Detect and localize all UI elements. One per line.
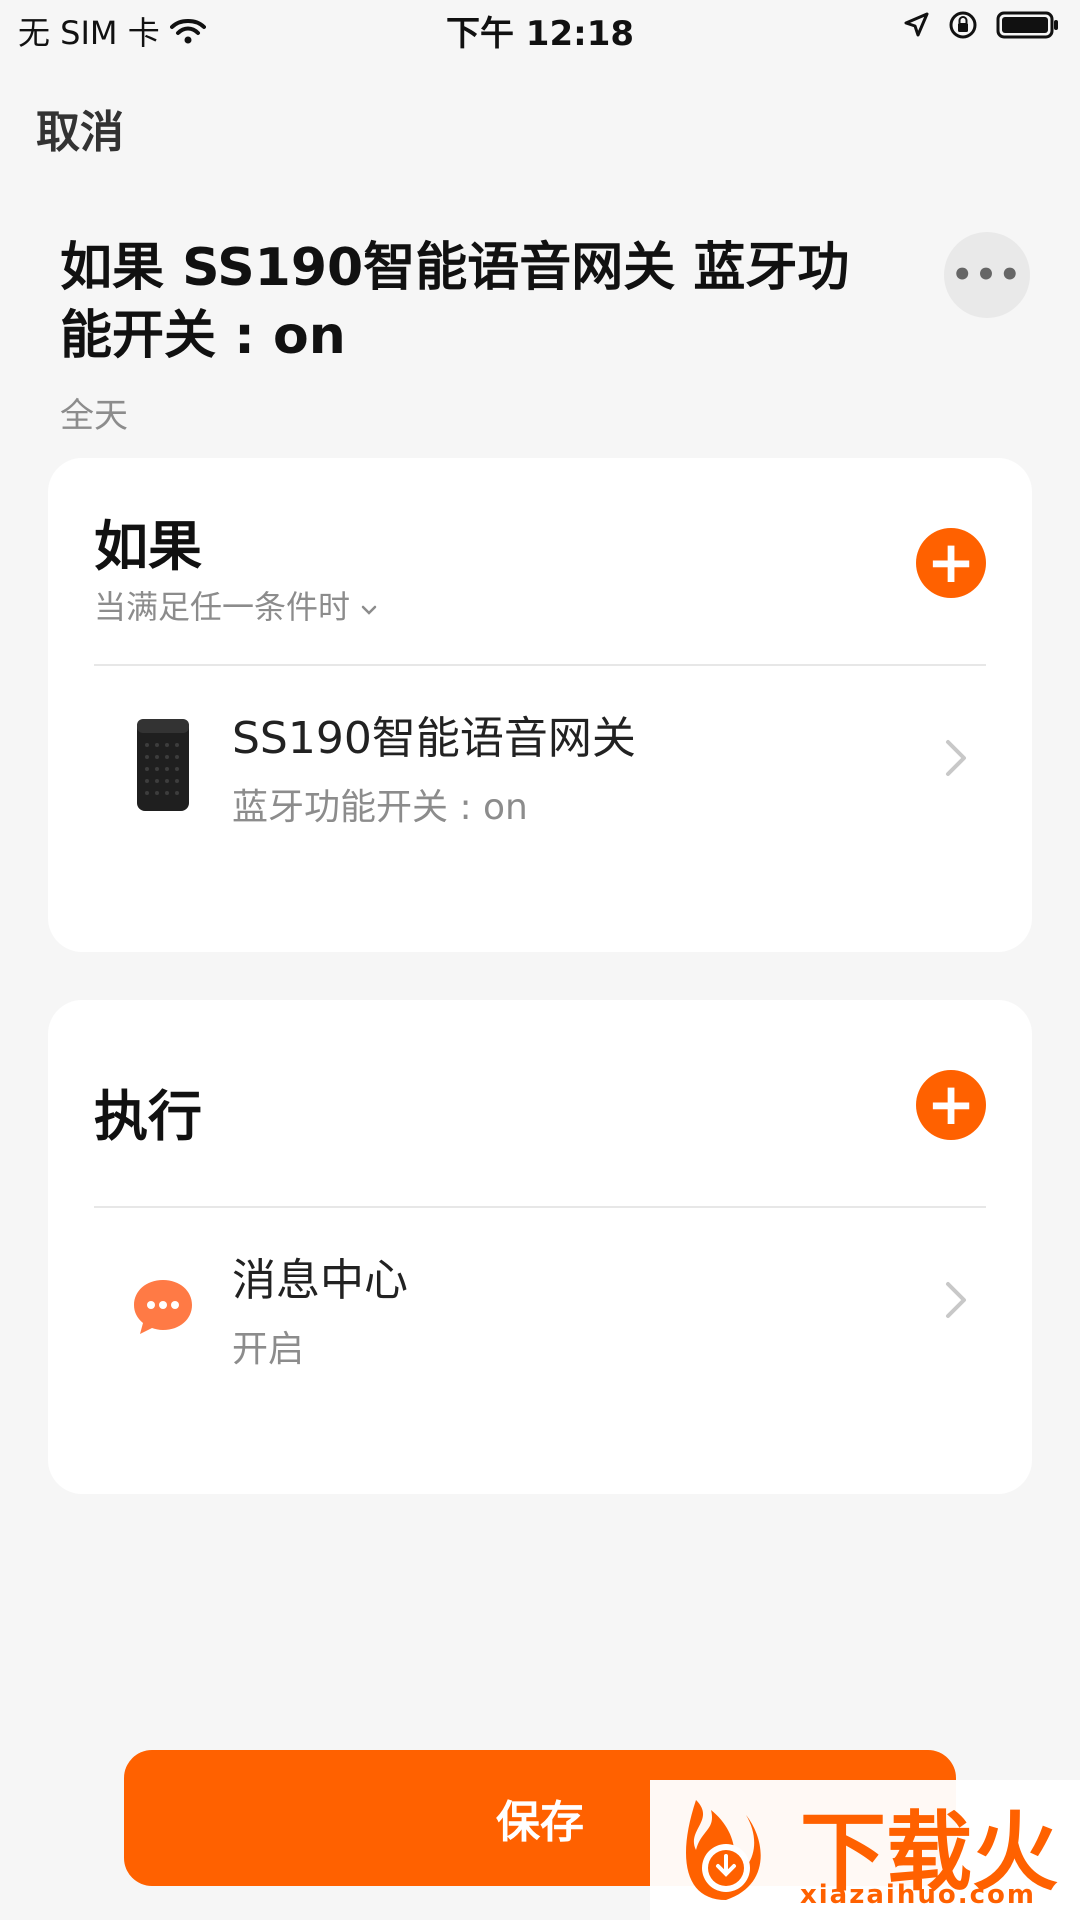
flame-logo-icon bbox=[666, 1790, 786, 1914]
watermark-url: xiazaihuo.com bbox=[800, 1880, 1036, 1910]
schedule-label[interactable]: 全天 bbox=[60, 388, 128, 437]
chevron-down-icon bbox=[360, 586, 378, 624]
chevron-right-icon bbox=[936, 1270, 976, 1330]
more-options-button[interactable]: ••• bbox=[944, 232, 1030, 318]
status-right bbox=[902, 10, 1060, 40]
add-condition-button[interactable]: + bbox=[916, 528, 986, 598]
action-name: 消息中心 bbox=[232, 1255, 408, 1306]
smart-speaker-icon bbox=[108, 710, 218, 820]
condition-mode-selector[interactable]: 当满足任一条件时 bbox=[94, 582, 378, 628]
orientation-lock-icon bbox=[948, 10, 978, 40]
then-card: 执行 + 消息中心 开启 bbox=[48, 1000, 1032, 1494]
chevron-right-icon bbox=[936, 728, 976, 788]
message-bubble-icon bbox=[108, 1252, 218, 1362]
add-action-button[interactable]: + bbox=[916, 1070, 986, 1140]
cancel-button[interactable]: 取消 bbox=[36, 96, 124, 160]
action-detail: 开启 bbox=[232, 1329, 305, 1370]
if-card: 如果 当满足任一条件时 + SS190智能语音网关 蓝牙功能开关: on bbox=[48, 458, 1032, 952]
condition-item[interactable]: SS190智能语音网关 蓝牙功能开关 : on bbox=[48, 698, 1032, 918]
condition-detail: 蓝牙功能开关 : on bbox=[232, 787, 528, 828]
condition-device-name: SS190智能语音网关 bbox=[232, 713, 636, 764]
page-title: 如果 SS190智能语音网关 蓝牙功能开关 : on bbox=[60, 238, 850, 366]
if-card-title: 如果 bbox=[94, 515, 202, 578]
watermark: 下载火 xiazaihuo.com bbox=[650, 1780, 1080, 1920]
automation-edit-screen: 无 SIM 卡 下午 12:18 取消 如果 SS190智能语音网关 蓝牙功能开… bbox=[0, 0, 1080, 1920]
divider bbox=[94, 664, 986, 666]
then-card-title: 执行 bbox=[94, 1085, 202, 1148]
battery-icon bbox=[996, 10, 1060, 40]
action-item[interactable]: 消息中心 开启 bbox=[48, 1240, 1032, 1460]
condition-mode-label: 当满足任一条件时 bbox=[94, 588, 351, 626]
status-bar: 无 SIM 卡 下午 12:18 bbox=[0, 0, 1080, 60]
divider bbox=[94, 1206, 986, 1208]
location-arrow-icon bbox=[902, 11, 930, 39]
more-dots-icon: ••• bbox=[951, 255, 1023, 295]
